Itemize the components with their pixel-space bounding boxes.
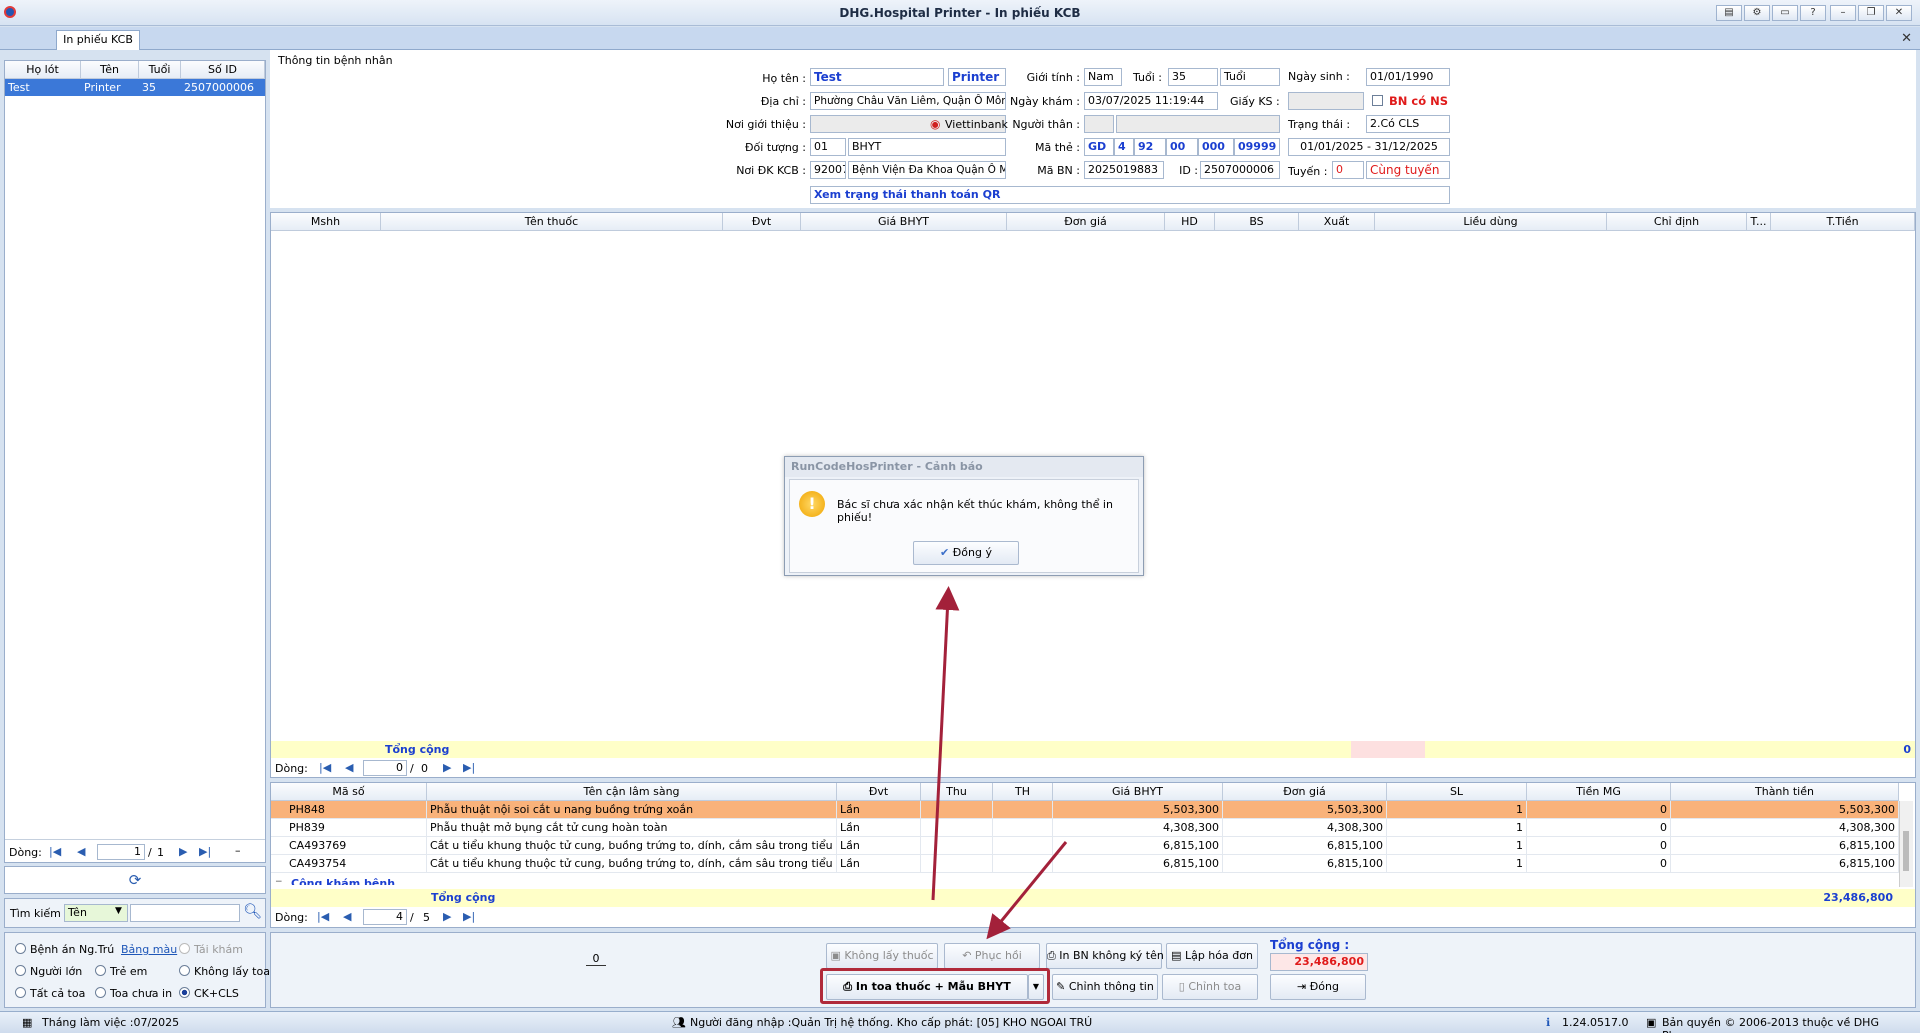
copyright: Bản quyền © 2006-2013 thuộc về DHG Pharm… (1662, 1016, 1879, 1033)
annotation-arrows (931, 586, 1068, 940)
thang-lam-viec: Tháng làm việc :07/2025 (42, 1016, 180, 1029)
status-bar: ▦ Tháng làm việc :07/2025 👥︎ Người đăng … (0, 1011, 1920, 1033)
calendar-icon: ▦ (22, 1016, 33, 1029)
arrow-to-button (986, 841, 1068, 940)
copyright-icon: ▣ (1646, 1016, 1657, 1029)
user-info: Người đăng nhập :Quản Trị hệ thống. Kho … (690, 1016, 1093, 1029)
version: 1.24.0517.0 (1562, 1016, 1629, 1029)
user-icon: 👥︎ (672, 1016, 686, 1029)
info-icon: ℹ (1546, 1016, 1551, 1029)
arrow-to-dialog (931, 586, 960, 901)
